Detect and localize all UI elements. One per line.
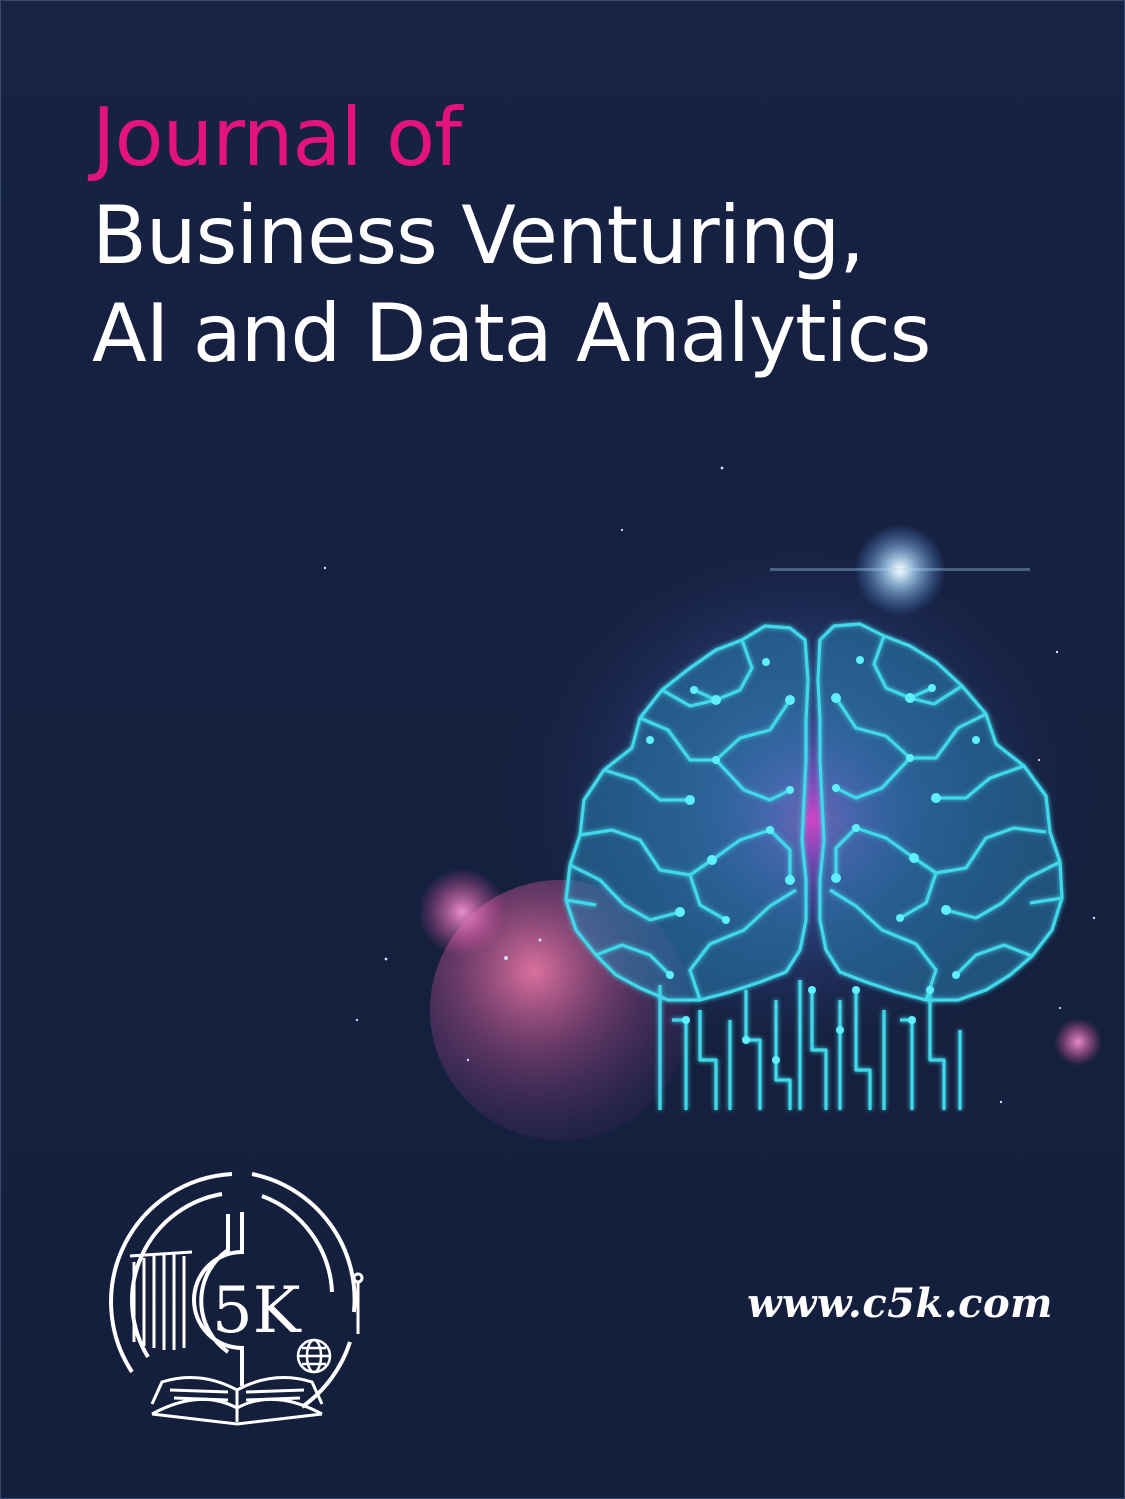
pink-glow-right bbox=[1054, 1018, 1102, 1066]
logo-text: 5K bbox=[212, 1274, 302, 1348]
title-line-business-venturing: Business Venturing, bbox=[92, 189, 865, 282]
title-line-ai-data-analytics: AI and Data Analytics bbox=[92, 287, 931, 380]
website-url: www.c5k.com bbox=[747, 1280, 1053, 1327]
journal-title: Journal of Business Venturing, AI and Da… bbox=[92, 98, 1102, 392]
title-line-journal-of: Journal of bbox=[92, 91, 462, 184]
journal-cover: Journal of Business Venturing, AI and Da… bbox=[0, 0, 1125, 1499]
pink-glow-left bbox=[418, 868, 506, 956]
open-book-logo-icon: 5K bbox=[109, 1172, 364, 1426]
